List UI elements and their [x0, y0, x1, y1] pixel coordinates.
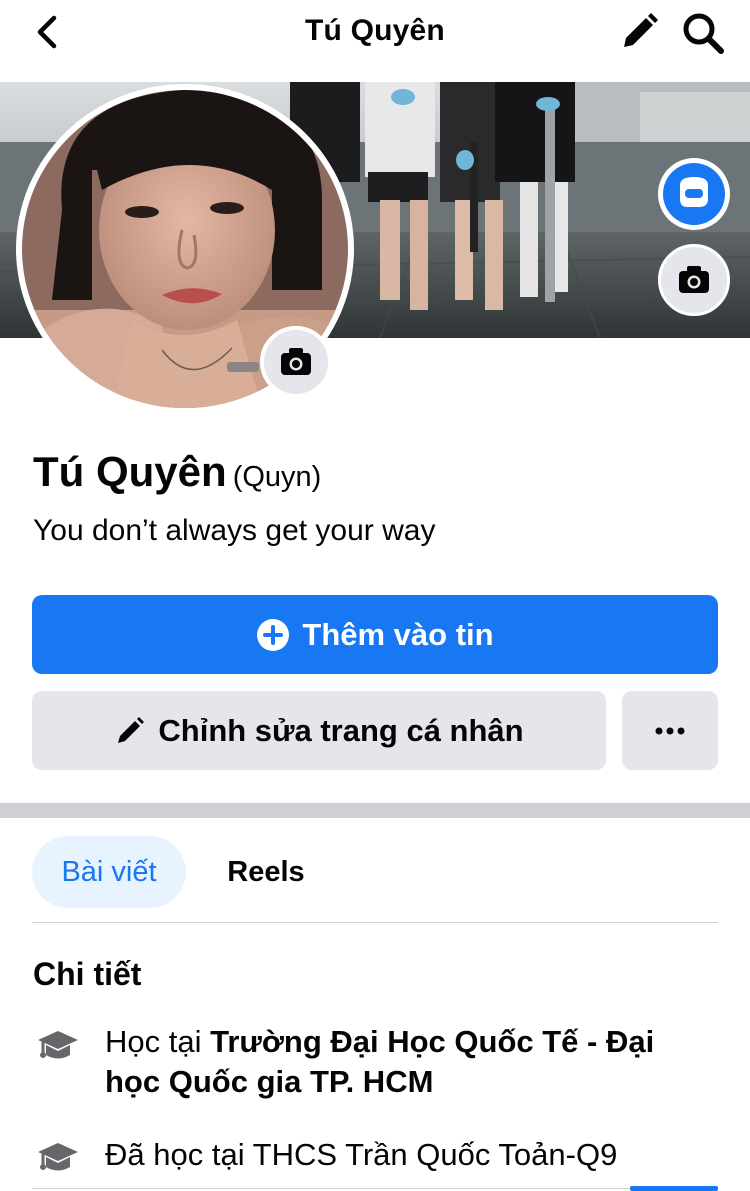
- pencil-icon: [118, 716, 145, 743]
- profile-name: Tú Quyên (Quyn): [33, 448, 321, 496]
- camera-icon: [679, 266, 709, 293]
- tabs-divider: [32, 922, 718, 923]
- graduation-cap-icon: [38, 1031, 78, 1059]
- graduation-cap-icon: [38, 1143, 78, 1171]
- section-divider: [0, 803, 750, 818]
- cover-camera-button[interactable]: [658, 244, 730, 316]
- pencil-icon[interactable]: [618, 11, 660, 53]
- bottom-divider: [32, 1188, 630, 1189]
- more-options-button[interactable]: [622, 691, 718, 770]
- add-to-story-label: Thêm vào tin: [302, 616, 494, 652]
- detail-past-education-text: Đã học tại THCS Trần Quốc Toản-Q9: [105, 1137, 618, 1172]
- avatar-face-icon: [680, 177, 708, 207]
- more-dots-icon: [655, 727, 685, 734]
- profile-name-text: Tú Quyên: [33, 448, 227, 495]
- detail-education-prefix: Học tại: [105, 1024, 211, 1059]
- profile-camera-button[interactable]: [260, 326, 332, 398]
- scroll-indicator: [630, 1186, 718, 1191]
- plus-circle-icon: [257, 618, 290, 651]
- edit-profile-label: Chỉnh sửa trang cá nhân: [158, 712, 524, 748]
- tab-reels[interactable]: Reels: [206, 836, 326, 908]
- add-to-story-button[interactable]: Thêm vào tin: [32, 595, 718, 674]
- details-heading: Chi tiết: [33, 956, 142, 992]
- tab-posts[interactable]: Bài viết: [32, 836, 186, 908]
- top-bar: Tú Quyên: [0, 0, 750, 82]
- camera-icon: [281, 348, 311, 375]
- detail-education: Học tại Trường Đại Học Quốc Tế - Đại học…: [105, 1022, 715, 1102]
- detail-past-education: Đã học tại THCS Trần Quốc Toản-Q9: [105, 1135, 715, 1175]
- edit-profile-button[interactable]: Chỉnh sửa trang cá nhân: [32, 691, 606, 770]
- alternate-name: (Quyn): [232, 461, 322, 493]
- search-icon[interactable]: [680, 10, 726, 56]
- profile-bio: You don’t always get your way: [33, 514, 436, 547]
- avatar-edit-button[interactable]: [658, 158, 730, 230]
